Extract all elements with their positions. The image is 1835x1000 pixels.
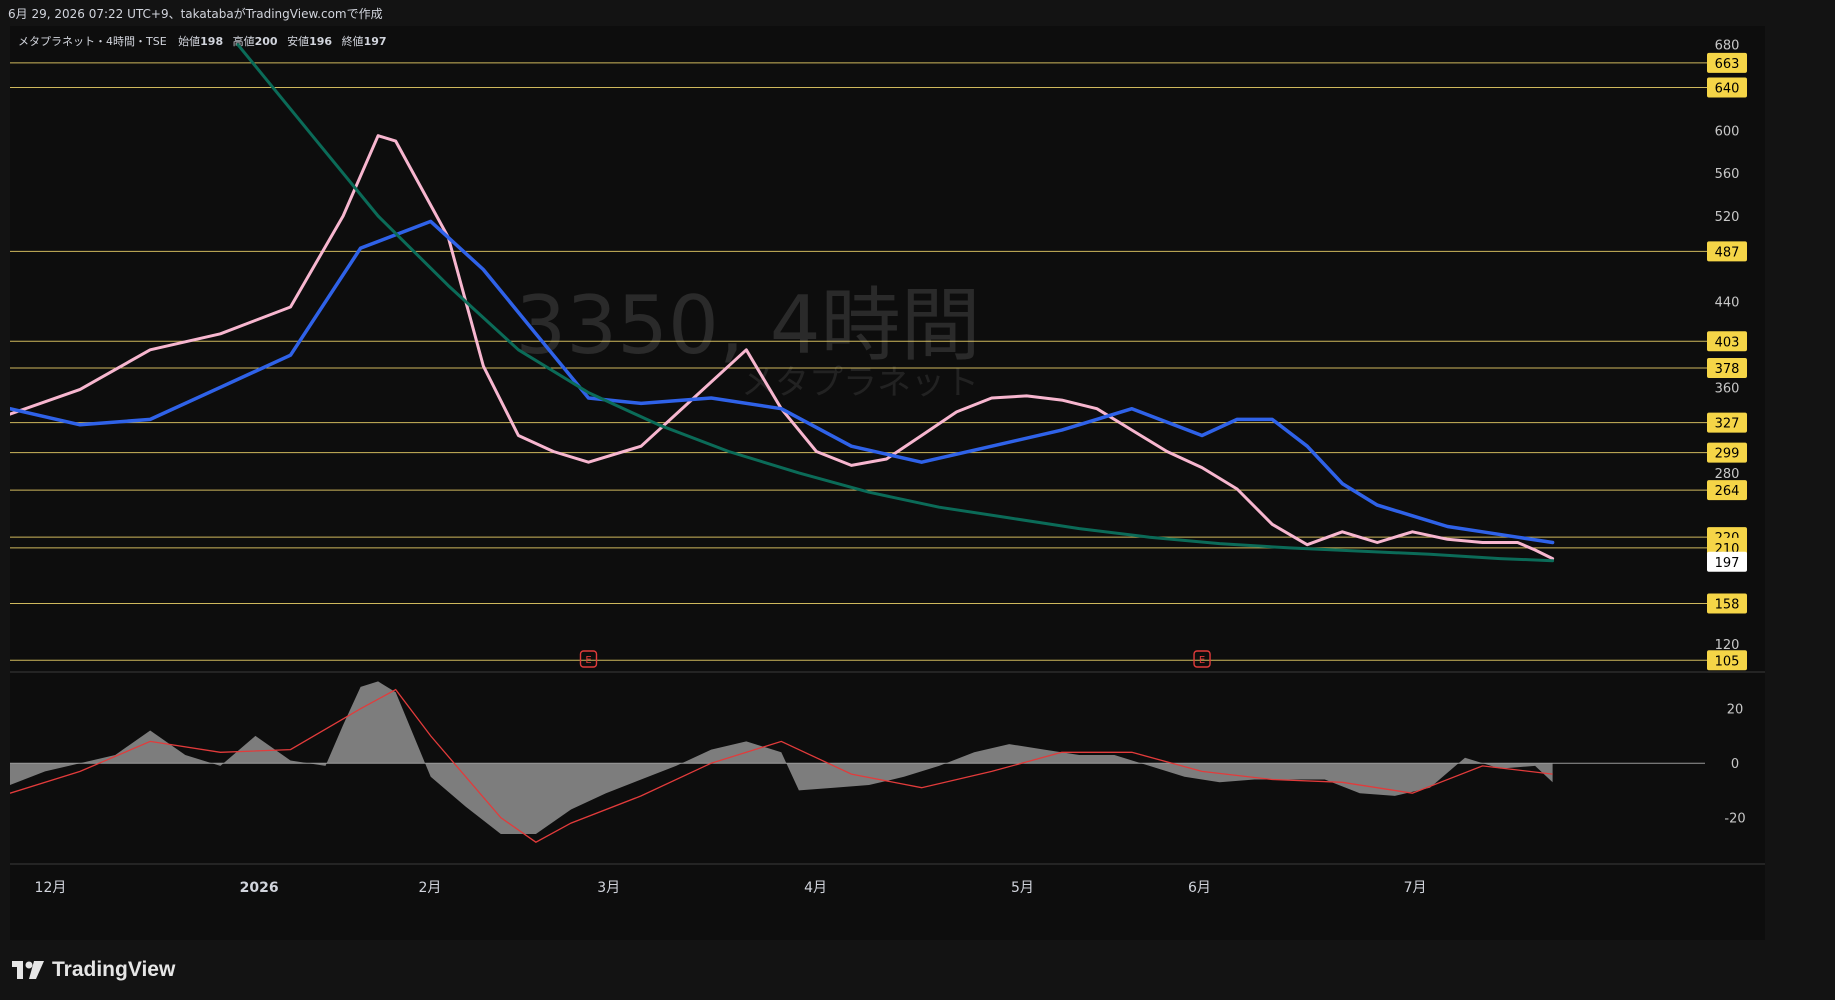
open-label: 始値 [178, 34, 200, 48]
oscillator-area [10, 681, 1553, 834]
high-label: 高値 [233, 34, 255, 48]
low-label: 安値 [287, 34, 309, 48]
price-axis[interactable]: 6636404874033783272992642202101581056806… [1707, 39, 1747, 671]
oscillator-tick: 20 [1727, 703, 1744, 718]
level-label: 487 [1715, 245, 1740, 260]
level-label: 378 [1715, 362, 1740, 377]
price-tick: 560 [1715, 167, 1740, 182]
level-label: 158 [1715, 598, 1740, 613]
level-label: 299 [1715, 447, 1740, 462]
level-label: 264 [1715, 484, 1740, 499]
high-value: 200 [255, 35, 278, 48]
level-label: 105 [1715, 654, 1740, 669]
symbol-legend: メタプラネット・4時間・TSE 始値198 高値200 安値196 終値197 [18, 34, 387, 48]
oscillator-tick: -20 [1724, 812, 1745, 827]
price-tick: 280 [1715, 467, 1740, 482]
time-axis[interactable]: 12月 2026 2月 3月 4月 5月 6月 7月 [35, 880, 1427, 896]
low-value: 196 [309, 35, 332, 48]
svg-text:メタプラネット・4時間・TSE 始値198: メタプラネット・4時間・TSE 始値198 高値200 安値196 終値197 [18, 34, 387, 48]
price-tick: 440 [1715, 296, 1740, 311]
earnings-label: E [585, 655, 591, 666]
price-tick: 600 [1715, 124, 1740, 139]
level-label: 403 [1715, 335, 1740, 350]
watermark-symbol: 3350, 4時間 [515, 279, 980, 372]
price-tick: 680 [1715, 39, 1740, 54]
time-tick: 7月 [1404, 880, 1427, 896]
level-label: 327 [1715, 417, 1740, 432]
time-tick: 2026 [240, 880, 279, 896]
earnings-label: E [1199, 655, 1205, 666]
time-tick: 3月 [597, 880, 620, 896]
time-tick: 5月 [1011, 880, 1034, 896]
chart-caption: 6月 29, 2026 07:22 UTC+9、takatabaがTrading… [8, 7, 383, 21]
close-value: 197 [364, 35, 387, 48]
oscillator-pane [10, 681, 1705, 843]
price-tick: 120 [1715, 638, 1740, 653]
tradingview-logo[interactable]: TradingView [12, 958, 175, 982]
time-tick: 4月 [804, 880, 827, 896]
time-tick: 12月 [35, 880, 67, 896]
tradingview-wordmark: TradingView [52, 958, 176, 981]
last-price-label: 197 [1715, 556, 1740, 571]
earnings-markers: EE [579, 650, 1211, 668]
chart-frame[interactable]: 3350, 4時間 メタプラネット メタプラネット・4時間・TSE 始値198 … [10, 26, 1765, 940]
tradingview-icon [12, 961, 44, 979]
close-label: 終値 [342, 34, 364, 48]
chart-canvas[interactable]: 3350, 4時間 メタプラネット メタプラネット・4時間・TSE 始値198 … [10, 26, 1765, 940]
time-tick: 2月 [418, 880, 441, 896]
level-label: 663 [1715, 57, 1740, 72]
symbol-line: メタプラネット・4時間・TSE [18, 35, 167, 48]
oscillator-tick: 0 [1731, 757, 1739, 772]
watermark-name: メタプラネット [741, 363, 979, 403]
open-value: 198 [200, 35, 223, 48]
price-tick: 360 [1715, 381, 1740, 396]
oscillator-axis[interactable]: 20 0 -20 [1724, 703, 1745, 827]
level-label: 640 [1715, 82, 1740, 97]
time-tick: 6月 [1188, 880, 1211, 896]
price-tick: 520 [1715, 210, 1740, 225]
